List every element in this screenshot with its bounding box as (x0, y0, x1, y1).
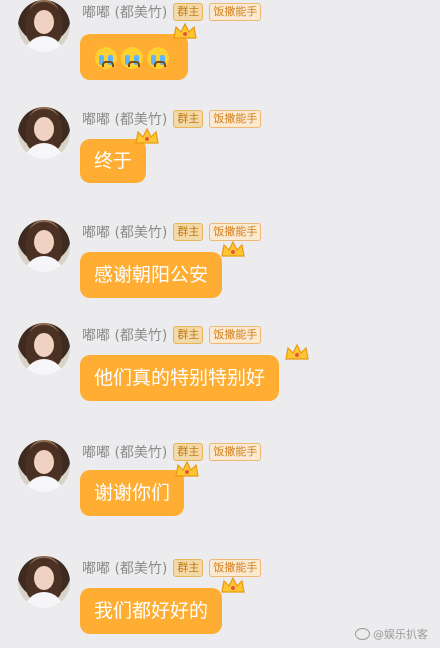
sender-row: 嘟嘟 (都美竹) 群主 饭撒能手 (82, 2, 262, 22)
crown-icon (173, 22, 197, 39)
group-owner-badge: 群主 (173, 326, 204, 344)
group-owner-badge: 群主 (173, 110, 204, 128)
message-bubble[interactable]: 感谢朝阳公安 (80, 252, 223, 298)
group-owner-badge: 群主 (173, 3, 204, 21)
avatar[interactable] (18, 107, 70, 159)
avatar[interactable] (18, 220, 70, 272)
member-title-badge: 饭撒能手 (209, 3, 262, 21)
sender-row: 嘟嘟 (都美竹) 群主 饭撒能手 (82, 325, 262, 345)
sender-name: 嘟嘟 (都美竹) (82, 328, 168, 344)
crown-icon (221, 576, 245, 593)
avatar[interactable] (18, 556, 70, 608)
member-title-badge: 饭撒能手 (209, 110, 262, 128)
message-bubble[interactable]: 谢谢你们 (80, 470, 185, 516)
group-owner-badge: 群主 (173, 559, 204, 577)
avatar[interactable] (18, 323, 70, 375)
member-title-badge: 饭撒能手 (209, 223, 262, 241)
group-owner-badge: 群主 (173, 443, 204, 461)
loudly-crying-face-icon (121, 46, 143, 69)
sender-row: 嘟嘟 (都美竹) 群主 饭撒能手 (82, 442, 262, 462)
crown-icon (175, 460, 199, 477)
sender-row: 嘟嘟 (都美竹) 群主 饭撒能手 (82, 109, 262, 129)
member-title-badge: 饭撒能手 (209, 443, 262, 461)
sender-row: 嘟嘟 (都美竹) 群主 饭撒能手 (82, 222, 262, 242)
loudly-crying-face-icon (95, 46, 117, 69)
group-owner-badge: 群主 (173, 223, 204, 241)
sender-name: 嘟嘟 (都美竹) (82, 112, 168, 128)
member-title-badge: 饭撒能手 (209, 559, 262, 577)
message-bubble[interactable]: 我们都好好的 (80, 588, 223, 634)
watermark-text: @娱乐扒客 (373, 628, 428, 641)
sender-name: 嘟嘟 (都美竹) (82, 5, 168, 21)
crown-icon (221, 240, 245, 257)
crown-icon (285, 343, 309, 360)
weibo-watermark: @娱乐扒客 (355, 626, 428, 642)
crown-icon (135, 127, 159, 144)
sender-name: 嘟嘟 (都美竹) (82, 561, 168, 577)
avatar[interactable] (18, 440, 70, 492)
sender-name: 嘟嘟 (都美竹) (82, 445, 168, 461)
sender-row: 嘟嘟 (都美竹) 群主 饭撒能手 (82, 558, 262, 578)
loudly-crying-face-icon (147, 46, 169, 69)
sender-name: 嘟嘟 (都美竹) (82, 225, 168, 241)
weibo-icon (355, 628, 370, 640)
message-bubble[interactable]: 他们真的特别特别好 (80, 355, 280, 401)
member-title-badge: 饭撒能手 (209, 326, 262, 344)
avatar[interactable] (18, 0, 70, 52)
